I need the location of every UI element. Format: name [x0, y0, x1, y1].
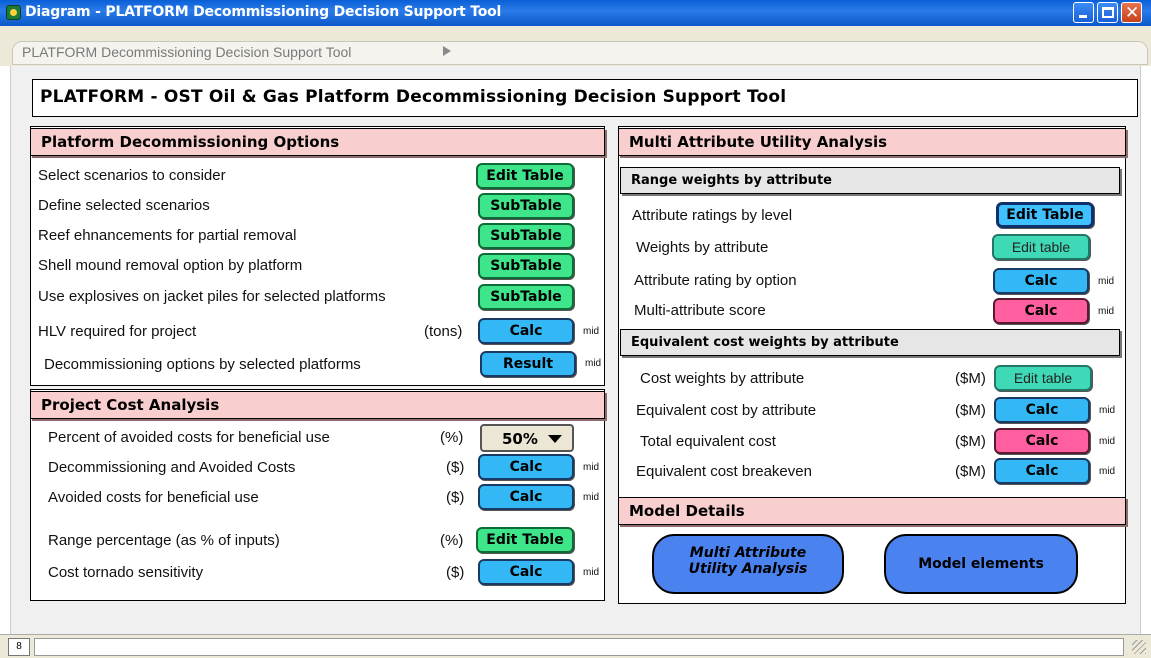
unit-label: ($M): [955, 402, 986, 419]
mid-indicator: mid: [585, 358, 602, 369]
row-label: Multi-attribute score: [634, 302, 766, 319]
minimize-button[interactable]: [1073, 2, 1094, 23]
maua-panel-header: Multi Attribute Utility Analysis: [618, 128, 1126, 156]
unit-label: ($M): [955, 370, 986, 387]
row-label: Define selected scenarios: [38, 197, 210, 214]
row-label: Select scenarios to consider: [38, 167, 226, 184]
model-details-header: Model Details: [618, 497, 1126, 525]
result-button[interactable]: Result: [480, 351, 576, 377]
unit-label: ($): [446, 489, 465, 506]
row-label: Attribute rating by option: [634, 272, 797, 289]
maximize-icon: [1102, 7, 1114, 18]
row-label: Cost weights by attribute: [640, 370, 805, 387]
close-button[interactable]: ✕: [1121, 2, 1142, 23]
calc-button[interactable]: Calc: [994, 458, 1090, 484]
row-label: Equivalent cost breakeven: [636, 463, 812, 480]
subtable-button[interactable]: SubTable: [478, 284, 574, 310]
play-arrow-icon[interactable]: [443, 46, 451, 56]
unit-label: (%): [440, 532, 464, 549]
row-label: Decommissioning and Avoided Costs: [48, 459, 296, 476]
unit-label: ($): [446, 564, 465, 581]
row-label: Percent of avoided costs for beneficial …: [48, 429, 330, 446]
calc-button[interactable]: Calc: [478, 484, 574, 510]
page-title: PLATFORM - OST Oil & Gas Platform Decomm…: [40, 87, 787, 107]
row-label: Total equivalent cost: [640, 433, 776, 450]
mid-indicator: mid: [583, 567, 600, 578]
close-icon: ✕: [1125, 3, 1140, 23]
row-label: Attribute ratings by level: [632, 207, 793, 224]
unit-label: (%): [440, 429, 464, 446]
equivalent-cost-header: Equivalent cost weights by attribute: [620, 329, 1120, 356]
calc-button[interactable]: Calc: [478, 559, 574, 585]
mid-indicator: mid: [1099, 405, 1116, 416]
unit-label: ($): [446, 459, 465, 476]
calc-button[interactable]: Calc: [994, 397, 1090, 423]
window-title-bar[interactable]: Diagram - PLATFORM Decommissioning Decis…: [0, 0, 1151, 26]
subtable-button[interactable]: SubTable: [478, 253, 574, 279]
row-label: Weights by attribute: [636, 239, 769, 256]
row-label: Shell mound removal option by platform: [38, 257, 303, 274]
app-icon[interactable]: [6, 5, 21, 20]
calc-button[interactable]: Calc: [478, 318, 574, 344]
button-label: Model elements: [918, 556, 1044, 572]
unit-label: ($M): [955, 463, 986, 480]
subtable-button[interactable]: SubTable: [478, 223, 574, 249]
resize-grip-icon[interactable]: [1132, 640, 1146, 654]
mid-indicator: mid: [1098, 276, 1115, 287]
breadcrumb-item[interactable]: PLATFORM Decommissioning Decision Suppor…: [22, 44, 351, 60]
calc-button[interactable]: Calc: [478, 454, 574, 480]
mid-indicator: mid: [1099, 466, 1116, 477]
mid-indicator: mid: [583, 462, 600, 473]
unit-label: ($M): [955, 433, 986, 450]
button-label-line1: Multi Attribute: [689, 545, 807, 561]
edit-table-button[interactable]: Edit Table: [476, 163, 574, 189]
edit-table-button[interactable]: Edit Table: [996, 202, 1094, 228]
calc-button[interactable]: Calc: [993, 298, 1089, 324]
row-label: Equivalent cost by attribute: [636, 402, 817, 419]
row-label: Avoided costs for beneficial use: [48, 489, 259, 506]
multi-attribute-utility-analysis-button[interactable]: Multi Attribute Utility Analysis: [652, 534, 844, 594]
model-elements-button[interactable]: Model elements: [884, 534, 1078, 594]
row-label: Use explosives on jacket piles for selec…: [38, 288, 386, 305]
window-title: Diagram - PLATFORM Decommissioning Decis…: [25, 4, 502, 20]
button-label-line2: Utility Analysis: [688, 561, 808, 577]
row-label: Decommissioning options by selected plat…: [44, 356, 361, 373]
minimize-icon: [1079, 15, 1087, 18]
mid-indicator: mid: [583, 326, 600, 337]
row-label: Range percentage (as % of inputs): [48, 532, 280, 549]
status-field: [34, 638, 1124, 656]
edit-table-button[interactable]: Edit table: [992, 234, 1090, 260]
mid-indicator: mid: [1099, 436, 1116, 447]
row-label: HLV required for project: [38, 323, 197, 340]
unit-label: (tons): [424, 323, 463, 340]
percent-select[interactable]: 50%: [480, 424, 574, 452]
options-panel-header: Platform Decommissioning Options: [30, 128, 605, 156]
edit-table-button[interactable]: Edit Table: [476, 527, 574, 553]
percent-select-value: 50%: [502, 430, 538, 448]
mid-indicator: mid: [1098, 306, 1115, 317]
maximize-button[interactable]: [1097, 2, 1118, 23]
calc-button[interactable]: Calc: [994, 428, 1090, 454]
subtable-button[interactable]: SubTable: [478, 193, 574, 219]
cost-panel-header: Project Cost Analysis: [30, 391, 605, 419]
dropdown-arrow-icon: [548, 435, 562, 443]
range-weights-header: Range weights by attribute: [620, 167, 1120, 194]
row-label: Cost tornado sensitivity: [48, 564, 204, 581]
status-indicator: 8: [8, 638, 30, 656]
row-label: Reef ehnancements for partial removal: [38, 227, 297, 244]
edit-table-button[interactable]: Edit table: [994, 365, 1092, 391]
mid-indicator: mid: [583, 492, 600, 503]
calc-button[interactable]: Calc: [993, 268, 1089, 294]
